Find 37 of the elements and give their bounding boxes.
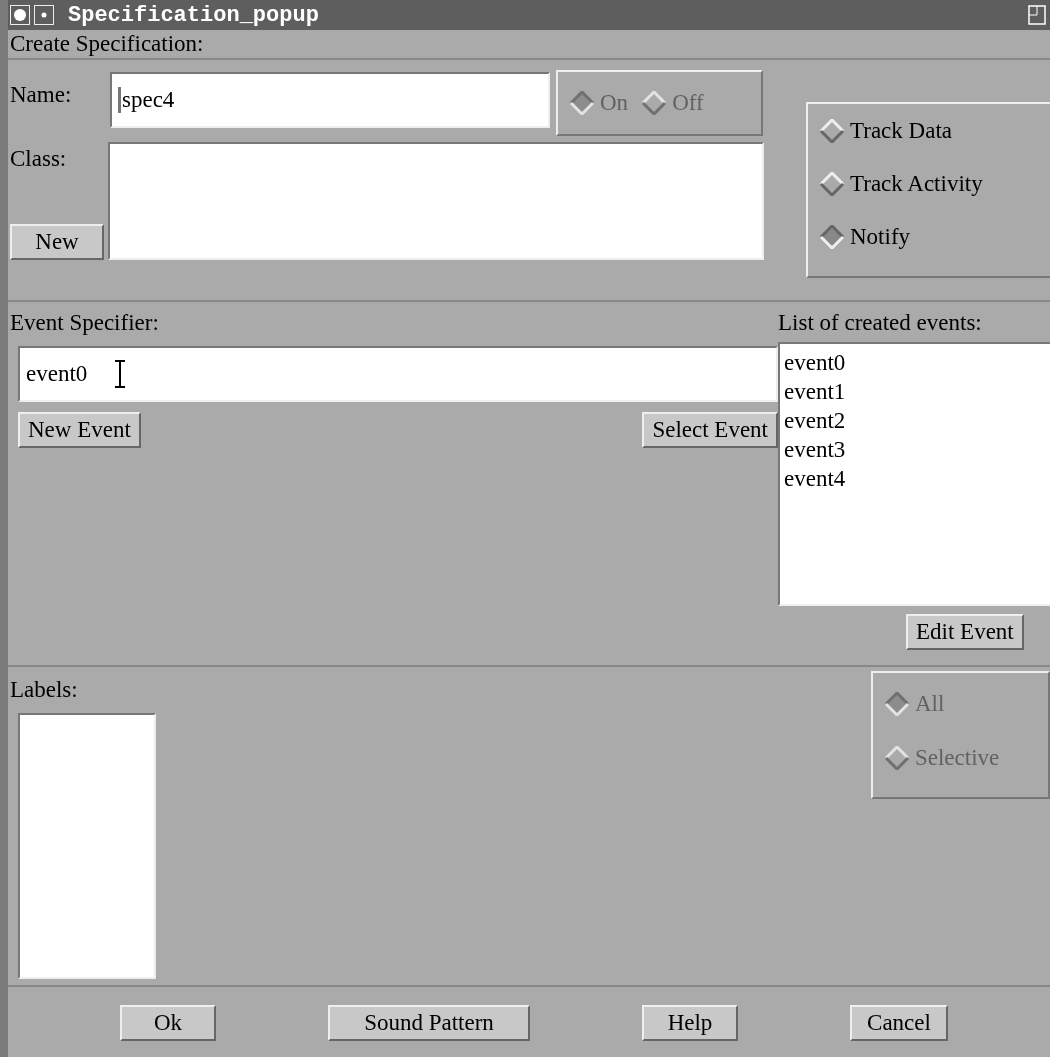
list-item[interactable]: event4 xyxy=(780,464,1050,493)
dialog-button[interactable]: Cancel xyxy=(850,1005,948,1041)
list-title: List of created events: xyxy=(778,310,983,336)
dialog-button[interactable]: Sound Pattern xyxy=(328,1005,530,1041)
list-item[interactable]: event0 xyxy=(780,348,1050,377)
minimize-icon[interactable] xyxy=(34,5,54,25)
section-title: Create Specification: xyxy=(10,31,204,57)
close-icon[interactable] xyxy=(10,5,30,25)
list-item[interactable]: event3 xyxy=(780,435,1050,464)
radio-label: Off xyxy=(672,90,704,116)
radio-label: Selective xyxy=(914,745,1000,771)
radio-label: All xyxy=(914,691,945,717)
list-item[interactable]: event2 xyxy=(780,406,1050,435)
list-item[interactable]: event1 xyxy=(780,377,1050,406)
radio-label: On xyxy=(600,90,629,116)
field-label: Event Specifier: xyxy=(10,310,160,336)
dialog-button[interactable]: Help xyxy=(642,1005,738,1041)
new-button[interactable]: New xyxy=(10,224,104,260)
field-label: Class: xyxy=(10,146,68,172)
text-cursor-icon xyxy=(113,360,128,388)
dialog-button[interactable]: Ok xyxy=(120,1005,216,1041)
radio-icon[interactable] xyxy=(820,119,844,143)
radio-label: Track Activity xyxy=(850,171,983,197)
new-event-button[interactable]: New Event xyxy=(18,412,141,448)
field-label: Labels: xyxy=(10,677,79,703)
class-field[interactable] xyxy=(108,142,764,260)
radio-icon[interactable] xyxy=(820,225,844,249)
event-field[interactable]: event0 xyxy=(18,346,778,402)
edit-event-button[interactable]: Edit Event xyxy=(906,614,1024,650)
field-label: Name: xyxy=(10,82,73,108)
select-event-button[interactable]: Select Event xyxy=(642,412,778,448)
maximize-icon[interactable] xyxy=(1028,5,1046,25)
name-field[interactable]: spec4 xyxy=(110,72,550,128)
radio-label: Notify xyxy=(850,224,911,250)
window-title: Specification_popup xyxy=(68,2,320,28)
radio-label: Track Data xyxy=(850,118,952,144)
radio-icon[interactable] xyxy=(820,172,844,196)
